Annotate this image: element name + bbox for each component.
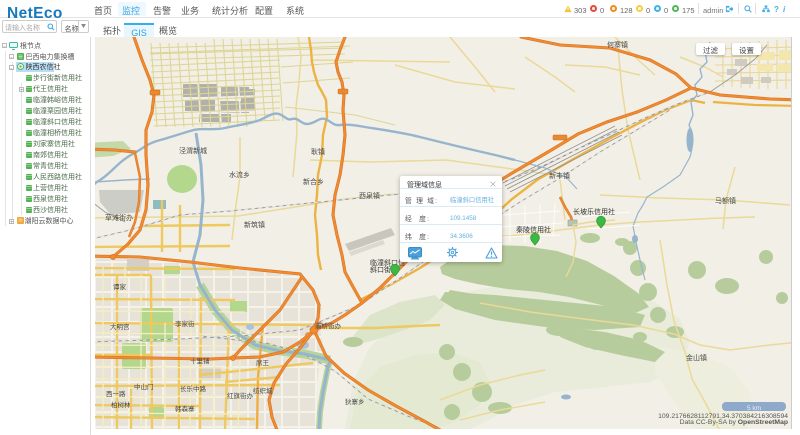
svg-text:水流乡: 水流乡 (229, 170, 250, 180)
svg-text:马额镇: 马额镇 (715, 196, 736, 206)
svg-text:长乐中路: 长乐中路 (180, 383, 207, 393)
svg-text:新筑镇: 新筑镇 (244, 220, 265, 230)
svg-text:纺织城: 纺织城 (253, 385, 273, 395)
svg-text:西一路: 西一路 (106, 388, 126, 398)
svg-text:金山镇: 金山镇 (686, 353, 707, 363)
svg-text:韩森寨: 韩森寨 (175, 403, 195, 413)
svg-text:新合乡: 新合乡 (303, 177, 324, 187)
svg-text:草滩街办: 草滩街办 (105, 213, 133, 223)
svg-text:新丰镇: 新丰镇 (549, 171, 570, 181)
svg-text:大明宫: 大明宫 (110, 321, 130, 331)
svg-text:席王: 席王 (256, 357, 270, 367)
svg-text:中山门: 中山门 (134, 381, 154, 391)
svg-text:泾渭新城: 泾渭新城 (179, 146, 207, 156)
svg-text:耿镇: 耿镇 (311, 147, 325, 157)
svg-text:李家街: 李家街 (175, 318, 195, 328)
svg-text:长坡乐信用社: 长坡乐信用社 (573, 207, 615, 217)
svg-text:十里铺: 十里铺 (190, 355, 210, 365)
svg-text:灞桥街办: 灞桥街办 (315, 320, 342, 330)
svg-text:谭家: 谭家 (113, 281, 127, 291)
svg-text:柏树林: 柏树林 (111, 399, 131, 409)
svg-text:何寨镇: 何寨镇 (607, 40, 628, 50)
svg-text:狄寨乡: 狄寨乡 (345, 396, 365, 406)
svg-text:西泉镇: 西泉镇 (359, 191, 380, 201)
svg-text:红旗街办: 红旗街办 (227, 390, 254, 400)
